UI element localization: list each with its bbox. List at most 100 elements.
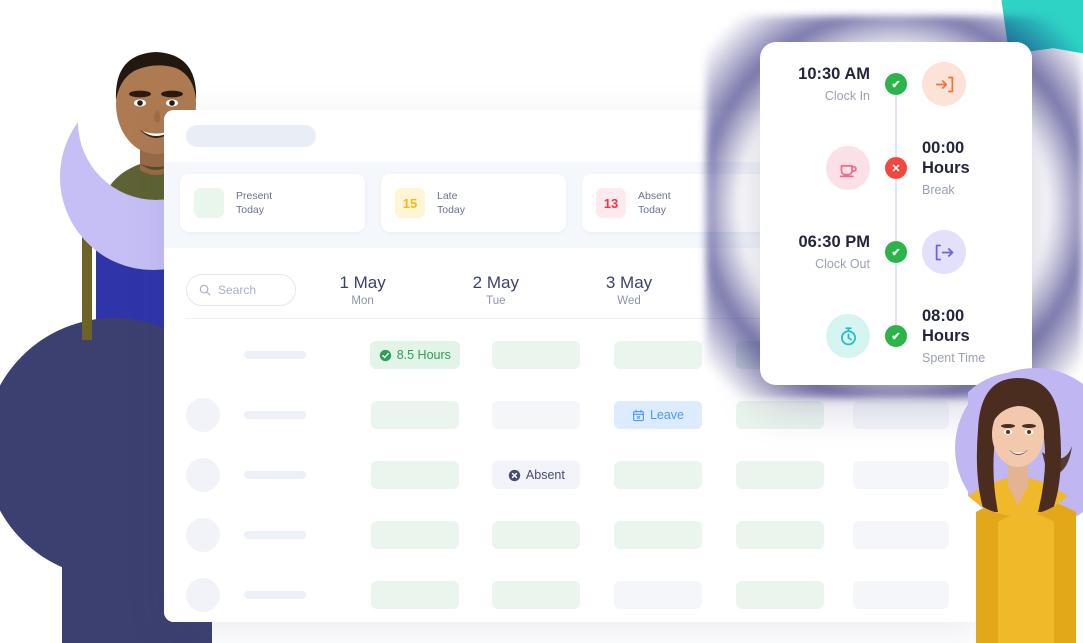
attendance-cell[interactable]: 8.5 Hours: [354, 341, 476, 369]
coffee-cup-icon: [826, 146, 870, 190]
timeline-icon-block: [896, 230, 1016, 274]
day-column-header[interactable]: 2 May Tue: [429, 273, 562, 308]
attendance-cell[interactable]: [597, 341, 719, 369]
day-column-header[interactable]: 3 May Wed: [562, 273, 695, 308]
employee-name-cell: [244, 351, 354, 359]
attendance-chip-gray: [853, 401, 950, 429]
timeline-entry-subtitle: Clock Out: [815, 256, 870, 271]
timeline-entry[interactable]: 08:00 Hours Spent Time ✔: [760, 294, 1032, 378]
name-placeholder-bar: [244, 591, 306, 599]
table-row[interactable]: Absent: [186, 445, 962, 505]
attendance-cell[interactable]: Absent: [476, 461, 598, 489]
attendance-cell[interactable]: [719, 521, 841, 549]
clock-in-icon: [922, 62, 966, 106]
attendance-cell[interactable]: [840, 581, 962, 609]
stat-card-present[interactable]: Present Today: [180, 174, 365, 232]
attendance-chip-green: [492, 521, 581, 549]
timeline-entry-title: 00:00 Hours: [922, 139, 970, 177]
stat-card-late[interactable]: 15 Late Today: [381, 174, 566, 232]
attendance-cell[interactable]: [476, 401, 598, 429]
stat-count-badge: 15: [395, 188, 425, 218]
table-row[interactable]: [186, 565, 962, 622]
attendance-chip-gray: [613, 581, 702, 609]
attendance-cell[interactable]: [840, 461, 962, 489]
attendance-chip-green: [370, 521, 459, 549]
day-date: 2 May: [472, 272, 519, 292]
timeline-entry[interactable]: 06:30 PM Clock Out ✔: [760, 210, 1032, 294]
attendance-chip-green: [613, 461, 702, 489]
day-weekday: Mon: [351, 295, 374, 308]
attendance-cell[interactable]: [719, 581, 841, 609]
attendance-cell[interactable]: [476, 521, 598, 549]
status-cross-icon: ✕: [885, 157, 907, 179]
stat-label-line1: Present: [236, 189, 273, 202]
timeline-entry-title: 06:30 PM: [798, 233, 870, 252]
attendance-chip-present: 8.5 Hours: [369, 341, 460, 369]
employee-name-cell: [244, 531, 354, 539]
illustration-stage: PresentToday15LateToday13AbsentToday03Un…: [0, 0, 1083, 643]
table-row[interactable]: [186, 505, 962, 565]
attendance-cell[interactable]: [840, 521, 962, 549]
attendance-cell[interactable]: [597, 581, 719, 609]
attendance-cell[interactable]: [354, 401, 476, 429]
header-placeholder-bar: [186, 125, 316, 147]
attendance-cell[interactable]: [354, 581, 476, 609]
stat-label-line2: Today: [437, 204, 466, 216]
timeline-entry-title: 08:00 Hours: [922, 307, 970, 345]
attendance-cell[interactable]: [354, 521, 476, 549]
timeline-entry-subtitle: Spent Time: [922, 350, 986, 365]
stat-label: Present Today: [236, 189, 272, 217]
avatar: [186, 398, 220, 432]
day-column-header[interactable]: 1 May Mon: [296, 273, 429, 308]
attendance-cell[interactable]: [719, 461, 841, 489]
attendance-cell[interactable]: [840, 401, 962, 429]
attendance-chip-gray: [853, 521, 950, 549]
timeline-text-block: 06:30 PM Clock Out: [776, 233, 896, 271]
attendance-cell[interactable]: [597, 521, 719, 549]
stat-label-line1: Absent: [638, 189, 671, 202]
stat-label: Late Today: [437, 189, 465, 217]
attendance-chip-gray: [492, 401, 581, 429]
attendance-chip-green: [370, 581, 459, 609]
day-date: 1 May: [339, 272, 386, 292]
status-check-icon: ✔: [885, 73, 907, 95]
attendance-cell[interactable]: [476, 581, 598, 609]
attendance-chip-green: [370, 401, 459, 429]
stat-count-badge: 13: [596, 188, 626, 218]
attendance-chip-green: [735, 521, 824, 549]
timeline-entry[interactable]: 10:30 AM Clock In ✔: [760, 42, 1032, 126]
attendance-chip-label: Leave: [649, 408, 685, 422]
attendance-chip-green: [613, 521, 702, 549]
attendance-cell[interactable]: [597, 461, 719, 489]
calendar-icon: [632, 409, 645, 422]
name-placeholder-bar: [244, 531, 306, 539]
timeline-entry-title: 10:30 AM: [798, 65, 870, 84]
attendance-cell[interactable]: [354, 461, 476, 489]
attendance-chip-green: [735, 461, 824, 489]
attendance-cell[interactable]: Leave: [597, 401, 719, 429]
avatar: [186, 458, 220, 492]
stat-label-line1: Late: [437, 189, 458, 202]
attendance-chip-absent: Absent: [492, 461, 581, 489]
attendance-chip-green: [735, 401, 824, 429]
status-check-icon: ✔: [885, 241, 907, 263]
search-input[interactable]: Search: [186, 274, 296, 306]
timeline-text-block: 00:00 Hours Break: [896, 139, 1016, 197]
search-icon: [199, 284, 211, 296]
timeline-text-block: 10:30 AM Clock In: [776, 65, 896, 103]
name-placeholder-bar: [244, 351, 306, 359]
attendance-cell[interactable]: [476, 341, 598, 369]
day-date: 3 May: [605, 272, 653, 292]
attendance-chip-green: [613, 341, 702, 369]
timeline-entry-subtitle: Break: [922, 182, 955, 197]
timeline-icon-block: [776, 314, 896, 358]
name-placeholder-bar: [244, 411, 306, 419]
timeline-icon-block: [776, 146, 896, 190]
timeline-text-block: 08:00 Hours Spent Time: [896, 307, 1016, 365]
search-label: Search: [218, 283, 257, 297]
timeline-entry[interactable]: 00:00 Hours Break ✕: [760, 126, 1032, 210]
employee-photo-woman: [968, 372, 1083, 643]
avatar: [186, 518, 220, 552]
attendance-cell[interactable]: [719, 401, 841, 429]
stat-label: Absent Today: [638, 189, 671, 217]
